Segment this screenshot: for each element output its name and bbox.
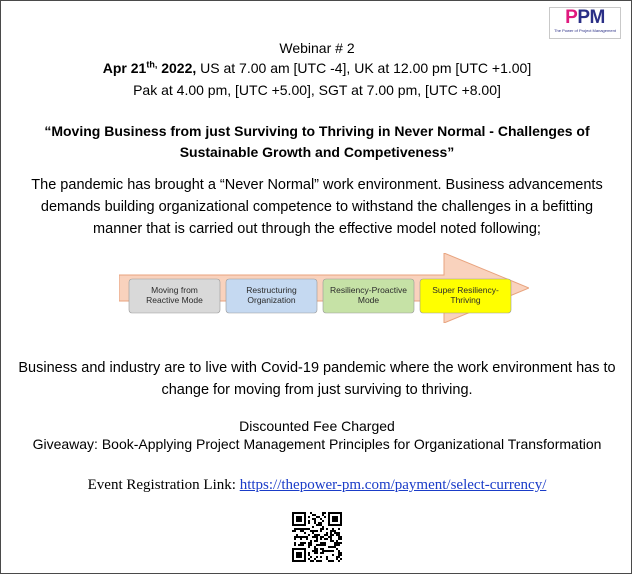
logo-tagline: The Power of Project Management	[554, 28, 616, 33]
fee-line: Discounted Fee Charged	[239, 418, 395, 434]
registration-label: Event Registration Link:	[87, 477, 240, 493]
schedule-times-1: US at 7.00 am [UTC -4], UK at 12.00 pm […	[196, 60, 532, 76]
schedule-line-1: Apr 21th, 2022, US at 7.00 am [UTC -4], …	[1, 59, 632, 77]
intro-paragraph: The pandemic has brought a “Never Normal…	[31, 177, 603, 237]
model-step-label: Reactive Mode	[146, 295, 203, 305]
registration-link[interactable]: https://thepower-pm.com/payment/select-c…	[240, 477, 547, 493]
covid-paragraph: Business and industry are to live with C…	[18, 360, 616, 398]
model-step-label: Organization	[247, 295, 295, 305]
schedule-date: Apr 21th, 2022,	[102, 59, 197, 76]
transformation-model-diagram: Moving fromReactive ModeRestructuringOrg…	[119, 253, 529, 323]
model-step-2: RestructuringOrganization	[225, 278, 318, 314]
qr-code[interactable]	[292, 512, 342, 562]
schedule-line-2: Pak at 4.00 pm, [UTC +5.00], SGT at 7.00…	[133, 82, 501, 98]
model-step-label: Restructuring	[246, 285, 297, 295]
model-step-1: Moving fromReactive Mode	[128, 278, 221, 314]
webinar-number: Webinar # 2	[279, 40, 355, 56]
model-step-label: Resiliency-Proactive	[330, 285, 407, 295]
webinar-title: “Moving Business from just Surviving to …	[44, 123, 590, 160]
logo-mark: PPM	[565, 7, 605, 28]
giveaway-line: Giveaway: Book-Applying Project Manageme…	[32, 436, 602, 452]
flyer-frame: PPM The Power of Project Management Webi…	[0, 0, 632, 574]
model-step-label: Mode	[358, 295, 380, 305]
model-step-3: Resiliency-ProactiveMode	[322, 278, 415, 314]
model-step-label: Super Resiliency-	[432, 285, 499, 295]
model-step-label: Moving from	[151, 285, 198, 295]
model-step-label: Thriving	[450, 295, 481, 305]
model-step-4: Super Resiliency-Thriving	[419, 278, 512, 314]
ppm-logo: PPM The Power of Project Management	[549, 7, 621, 39]
registration-line: Event Registration Link: https://thepowe…	[1, 475, 632, 495]
